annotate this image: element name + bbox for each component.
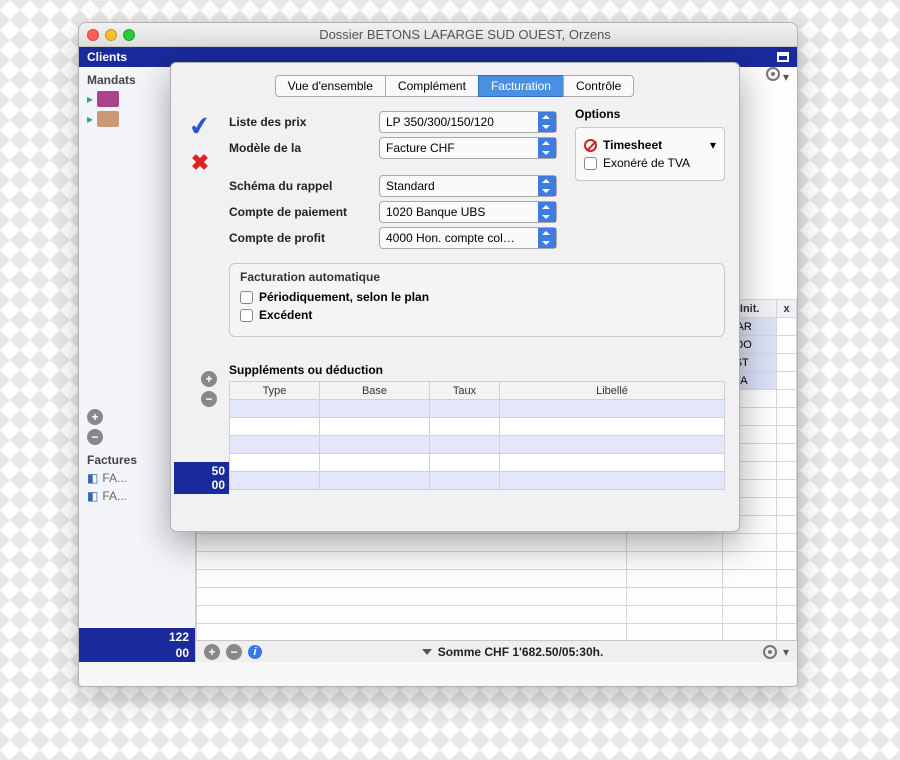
option-label: Timesheet <box>603 138 662 152</box>
select-modele[interactable]: Facture CHF <box>379 137 557 159</box>
option-timesheet[interactable]: Timesheet ▾ <box>584 138 716 152</box>
label-modele: Modèle de la <box>229 141 379 155</box>
status-add-button[interactable]: + <box>204 644 220 660</box>
option-exonere[interactable]: Exonéré de TVA <box>584 156 716 170</box>
label-schema: Schéma du rappel <box>229 179 379 193</box>
table-row <box>230 436 725 454</box>
label-liste-prix: Liste des prix <box>229 115 379 129</box>
table-row <box>197 570 797 588</box>
dropdown-icon[interactable] <box>422 649 432 655</box>
options-panel: Options Timesheet ▾ Exonéré de TVA <box>575 107 725 253</box>
col-x[interactable]: x <box>777 300 797 318</box>
option-label: Périodiquement, selon le plan <box>259 290 429 304</box>
info-icon[interactable]: i <box>248 645 262 659</box>
table-row <box>197 588 797 606</box>
restore-window-icon[interactable] <box>777 52 789 62</box>
window-title: Dossier BETONS LAFARGE SUD OUEST, Orzens <box>141 27 789 42</box>
label-compte-profit: Compte de profit <box>229 231 379 245</box>
confirm-icon[interactable]: ✔ <box>187 110 213 144</box>
tab-overview[interactable]: Vue d'ensemble <box>275 75 386 97</box>
table-row <box>197 534 797 552</box>
select-liste-prix[interactable]: LP 350/300/150/120 <box>379 111 557 133</box>
mini-total-bottom: 00 <box>178 478 225 492</box>
avatar <box>97 111 119 127</box>
tab-facturation[interactable]: Facturation <box>478 75 564 97</box>
auto-header: Facturation automatique <box>240 270 714 284</box>
select-compte-paiement[interactable]: 1020 Banque UBS <box>379 201 557 223</box>
play-icon: ▸ <box>87 92 93 106</box>
col-type[interactable]: Type <box>230 382 320 400</box>
window-zoom-button[interactable] <box>123 29 135 41</box>
table-row <box>230 418 725 436</box>
col-taux[interactable]: Taux <box>430 382 500 400</box>
doc-icon: ◧ <box>87 489 98 503</box>
window-minimize-button[interactable] <box>105 29 117 41</box>
add-button[interactable]: + <box>87 409 103 425</box>
avatar <box>97 91 119 107</box>
facturation-dialog: Vue d'ensemble Complément Facturation Co… <box>170 62 740 532</box>
remove-button[interactable]: − <box>87 429 103 445</box>
option-excedent[interactable]: Excédent <box>240 308 714 322</box>
table-row <box>197 606 797 624</box>
status-text: Somme CHF 1'682.50/05:30h. <box>438 645 604 659</box>
dropdown-icon[interactable]: ▾ <box>783 645 789 659</box>
add-supplement-button[interactable]: + <box>201 371 217 387</box>
select-value: 1020 Banque UBS <box>386 205 485 219</box>
window-close-button[interactable] <box>87 29 99 41</box>
supplements-table[interactable]: Type Base Taux Libellé <box>229 381 725 490</box>
checkbox[interactable] <box>584 157 597 170</box>
select-value: LP 350/300/150/120 <box>386 115 494 129</box>
tab-complement[interactable]: Complément <box>385 75 479 97</box>
dropdown-icon[interactable]: ▾ <box>710 138 716 152</box>
table-row <box>197 624 797 642</box>
supp-header: Suppléments ou déduction <box>229 363 725 377</box>
col-libelle[interactable]: Libellé <box>500 382 725 400</box>
status-remove-button[interactable]: − <box>226 644 242 660</box>
select-schema[interactable]: Standard <box>379 175 557 197</box>
cancel-icon[interactable]: ✖ <box>191 150 209 176</box>
facture-label: FA... <box>102 489 127 503</box>
label-compte-paiement: Compte de paiement <box>229 205 379 219</box>
sidebar-total: 122 00 <box>79 622 195 662</box>
sidebar-total-top: 122 <box>169 630 189 644</box>
table-row <box>230 454 725 472</box>
checkbox[interactable] <box>240 309 253 322</box>
dialog-mini-total: 50 00 <box>174 462 229 494</box>
prohibit-icon <box>584 139 597 152</box>
col-base[interactable]: Base <box>320 382 430 400</box>
gear-icon[interactable] <box>766 67 780 81</box>
select-value: Standard <box>386 179 435 193</box>
select-compte-profit[interactable]: 4000 Hon. compte col… <box>379 227 557 249</box>
dialog-tabs: Vue d'ensemble Complément Facturation Co… <box>185 75 725 97</box>
titlebar: Dossier BETONS LAFARGE SUD OUEST, Orzens <box>79 23 797 47</box>
gear-icon[interactable] <box>763 645 777 659</box>
status-bar: + − i Somme CHF 1'682.50/05:30h. ▾ <box>196 640 797 662</box>
tab-controle[interactable]: Contrôle <box>563 75 634 97</box>
select-value: 4000 Hon. compte col… <box>386 231 515 245</box>
remove-supplement-button[interactable]: − <box>201 391 217 407</box>
checkbox[interactable] <box>240 291 253 304</box>
facture-label: FA... <box>102 471 127 485</box>
options-header: Options <box>575 107 725 121</box>
table-row <box>230 400 725 418</box>
mini-total-top: 50 <box>178 464 225 478</box>
table-row <box>197 552 797 570</box>
doc-icon: ◧ <box>87 471 98 485</box>
facturation-auto-group: Facturation automatique Périodiquement, … <box>229 263 725 337</box>
dropdown-icon[interactable]: ▾ <box>783 70 789 84</box>
option-label: Exonéré de TVA <box>603 156 690 170</box>
play-icon: ▸ <box>87 112 93 126</box>
clients-label: Clients <box>87 50 127 64</box>
option-periodique[interactable]: Périodiquement, selon le plan <box>240 290 714 304</box>
table-row <box>230 472 725 490</box>
option-label: Excédent <box>259 308 312 322</box>
select-value: Facture CHF <box>386 141 455 155</box>
sidebar-total-bottom: 00 <box>176 646 189 660</box>
